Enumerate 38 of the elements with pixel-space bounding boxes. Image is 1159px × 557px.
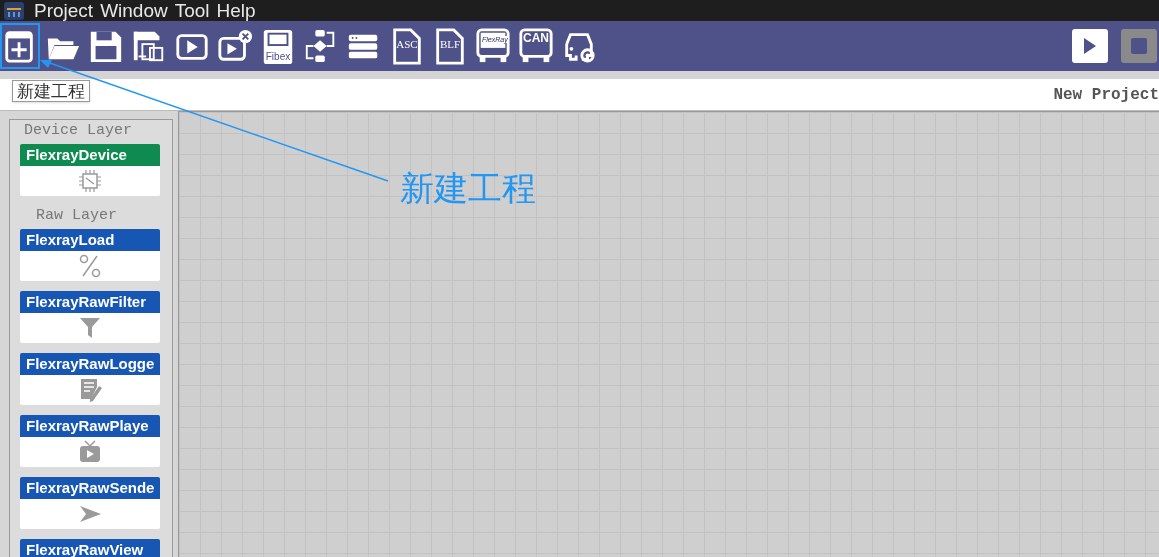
project-title: New Project [1053,84,1159,106]
menu-item[interactable]: Tool [174,0,210,21]
section-heading: Raw Layer [35,206,118,226]
node-body[interactable] [20,313,160,343]
chip-icon [77,168,103,194]
node-title: FlexrayLoad [20,229,160,251]
percent-icon [77,253,103,279]
tooltip: 新建工程 [12,80,90,102]
node-body[interactable] [20,499,160,529]
icon-label: BLF [438,39,462,50]
icon-label: CAN [522,32,550,44]
tv-play-icon [77,439,103,465]
node-body[interactable] [20,375,160,405]
toolbar-button[interactable]: CAN [516,23,556,69]
run-button[interactable] [1072,29,1108,63]
toolbar-button[interactable]: BLF [430,23,470,69]
stop-icon [1131,38,1147,54]
icon-label: ASC [395,39,419,50]
node-title: FlexrayRawFilter [20,291,160,313]
menu-item[interactable]: Window [100,0,168,21]
menu-item[interactable]: Project [34,0,94,21]
toolbar-button[interactable] [0,23,40,69]
icon-label: Fibex [264,52,292,62]
node-title: FlexrayRawSende [20,477,160,499]
node-title: FlexrayRawPlaye [20,415,160,437]
menu-item[interactable]: Help [216,0,256,21]
node-title: FlexrayDevice [20,144,160,166]
node-body[interactable] [20,251,160,281]
toolbar-button[interactable]: ASC [387,23,427,69]
node-body[interactable] [20,437,160,467]
node-body[interactable] [20,166,160,196]
section-heading: Device Layer [23,121,134,141]
node-title: FlexrayRawLogge [20,353,160,375]
play-icon [1083,37,1097,55]
toolbar-button[interactable]: Fibex [258,23,298,69]
app-logo-icon [4,1,24,20]
annotation-label: 新建工程 [400,168,536,208]
funnel-icon [77,315,103,341]
